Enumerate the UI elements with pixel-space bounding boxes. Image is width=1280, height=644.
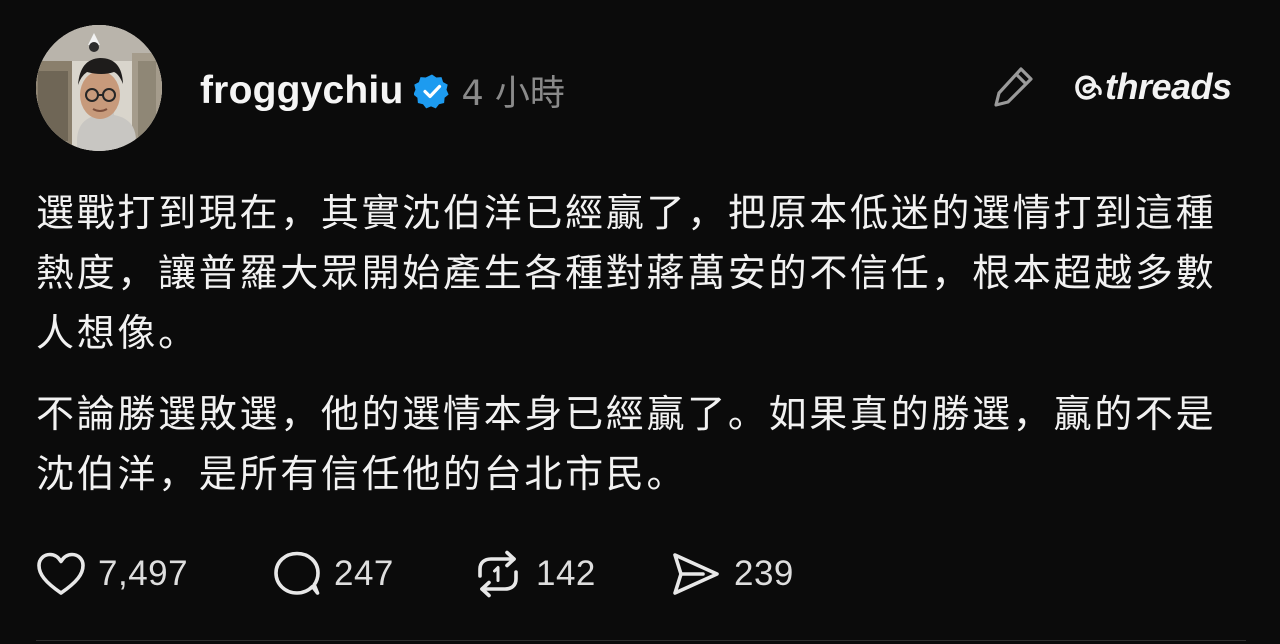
heart-icon	[36, 551, 86, 597]
repost-count: 142	[536, 554, 596, 593]
reply-button[interactable]: 247	[272, 550, 472, 598]
username[interactable]: froggychiu	[200, 69, 404, 113]
post-body: 選戰打到現在，其實沈伯洋已經贏了，把原本低迷的選情打到這種熱度，讓普羅大眾開始產…	[36, 183, 1236, 504]
threads-at-icon	[1070, 69, 1102, 105]
post-paragraph: 選戰打到現在，其實沈伯洋已經贏了，把原本低迷的選情打到這種熱度，讓普羅大眾開始產…	[36, 191, 1217, 355]
send-icon	[670, 550, 722, 598]
verified-badge-icon	[412, 73, 450, 109]
post-timestamp: 4 小時	[461, 74, 565, 114]
threads-wordmark: threads	[1105, 66, 1232, 107]
like-button[interactable]: 7,497	[36, 551, 272, 597]
action-bar: 7,497 247 142 239	[36, 546, 794, 602]
share-button[interactable]: 239	[670, 550, 794, 598]
post-paragraph: 不論勝選敗選，他的選情本身已經贏了。如果真的勝選，贏的不是沈伯洋，是所有信任他的…	[36, 392, 1217, 496]
repost-arrows-icon	[472, 550, 524, 598]
like-count: 7,497	[98, 554, 189, 593]
speech-bubble-icon	[272, 550, 322, 598]
pencil-icon[interactable]	[991, 63, 1037, 109]
author-row: froggychiu 4 小時	[200, 65, 565, 116]
reply-count: 247	[334, 554, 394, 593]
post-header: froggychiu 4 小時 threads	[36, 25, 1246, 153]
repost-button[interactable]: 142	[472, 550, 670, 598]
avatar[interactable]	[36, 25, 162, 151]
threads-logo[interactable]: threads	[1070, 65, 1232, 109]
divider	[36, 640, 1246, 641]
share-count: 239	[734, 554, 794, 593]
